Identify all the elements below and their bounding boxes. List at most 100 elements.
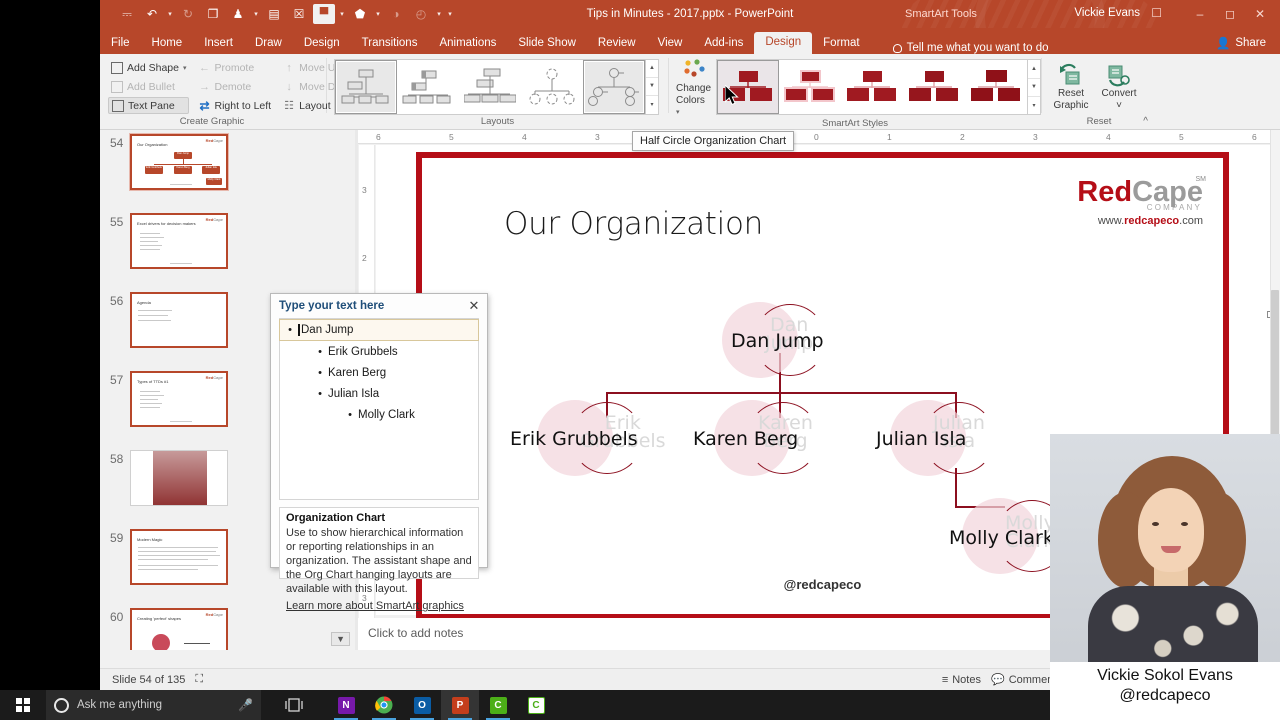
convert-button[interactable]: Convert ˅ [1097,62,1141,111]
more-styles-icon[interactable]: ▾ [1028,97,1040,114]
layouts-gallery-scrollbar[interactable]: ▲ ▼ ▾ [645,59,658,114]
slide-thumbnail-57[interactable]: RedCape Types of TTDs #1 [130,371,228,427]
tab-home[interactable]: Home [141,33,194,54]
layout-name-and-title-org-chart[interactable] [397,60,459,114]
presenter-dropdown-caret[interactable]: ▾ [252,10,260,18]
slide-thumbnail-58[interactable] [130,450,228,506]
search-input[interactable]: Ask me anything [77,699,230,711]
tab-slide-show[interactable]: Slide Show [507,33,587,54]
close-icon[interactable]: ✕ [1246,7,1274,21]
layout-circle-picture-hierarchy[interactable] [521,60,583,114]
shapes-caret[interactable]: ▾ [374,10,382,18]
presenter-icon[interactable]: ♟ [227,4,249,24]
tab-transitions[interactable]: Transitions [351,33,429,54]
tab-insert[interactable]: Insert [193,33,244,54]
notes-button[interactable]: ≡ Notes [942,674,981,686]
undo-icon[interactable]: ↶ [141,4,163,24]
selected-tool-caret[interactable]: ▾ [338,10,346,18]
smartart-styles-gallery[interactable]: ▲ ▼ ▾ [716,59,1042,116]
save-icon[interactable]: ⎓ [116,4,138,24]
tell-me-box[interactable]: Tell me what you want to do [892,42,1049,54]
slide-thumbnail-60[interactable]: RedCape Creating 'perfect' shapes [130,608,228,650]
smartart-style-white-outline[interactable] [779,60,841,114]
redo-icon[interactable]: ↻ [177,4,199,24]
smartart-style-subtle-effect[interactable] [841,60,903,114]
scrollbar-thumb[interactable] [1271,290,1279,450]
slide-thumbnail-54[interactable]: RedCape Our Organization Dan Jump Erik G… [129,133,229,191]
notes-placeholder[interactable]: Click to add notes [368,626,463,640]
text-pane-button[interactable]: Text Pane [108,97,190,114]
layouts-gallery[interactable]: ▲ ▼ ▾ [334,58,659,115]
minimize-icon[interactable]: – [1186,7,1214,21]
picture-icon[interactable]: ☒ [288,4,310,24]
timer-icon[interactable]: ◴ [410,4,432,24]
layout-organization-chart[interactable] [335,59,397,114]
org-label-karen-berg[interactable]: Karen Berg [693,428,798,450]
ribbon-display-options-icon[interactable]: ☐ [1151,6,1162,20]
layout-half-circle-organization-chart[interactable] [583,59,645,114]
layout-half-circle-org-chart-alt[interactable] [459,60,521,114]
text-pane-list[interactable]: • Dan Jump • Erik Grubbels • Karen Berg • Julia… [279,318,479,500]
slide-thumbnail-56[interactable]: Agenda [130,292,228,348]
cortana-search-box[interactable]: Ask me anything 🎤 [46,690,261,720]
restore-icon[interactable]: ◻ [1216,7,1244,21]
smartart-style-intense-effect[interactable] [965,60,1027,114]
right-to-left-button[interactable]: ⇄ Right to Left [195,97,274,114]
new-slide-icon[interactable]: ▤ [263,4,285,24]
smartart-text-pane[interactable]: Type your text here ✕ • Dan Jump • Erik Gru… [270,293,488,612]
task-view-icon[interactable] [275,690,313,720]
close-icon[interactable]: ✕ [467,298,481,314]
camtasia-taskbar-icon[interactable]: C [479,690,517,720]
scroll-up-icon[interactable]: ▲ [1028,60,1041,79]
smartart-style-moderate-effect[interactable] [903,60,965,114]
tab-animations[interactable]: Animations [428,33,507,54]
start-presentation-icon[interactable]: ❐ [202,4,224,24]
thumbnail-scroll-down-icon[interactable]: ▼ [331,632,350,646]
outlook-taskbar-icon[interactable]: O [403,690,441,720]
tab-design[interactable]: Design [293,33,351,54]
learn-more-link[interactable]: Learn more about SmartArt graphics [286,600,464,612]
text-pane-item-1[interactable]: • Erik Grubbels [280,341,478,362]
tab-view[interactable]: View [647,33,694,54]
org-label-erik-grubbels[interactable]: Erik Grubbels [510,428,638,450]
windows-start-icon[interactable] [0,690,46,720]
slide-thumbnail-row[interactable]: 55 RedCape Excel drivers for decision ma… [100,209,358,288]
tab-file[interactable]: File [100,33,141,54]
share-button[interactable]: 👤 Share [1216,36,1266,50]
scroll-up-icon[interactable]: ▲ [646,60,658,78]
selected-tool-icon[interactable]: ▀ [313,4,335,24]
change-colors-button[interactable]: Change Colors ▾ [676,57,711,118]
chrome-taskbar-icon[interactable] [365,690,403,720]
text-pane-item-0[interactable]: • Dan Jump [279,319,479,341]
org-label-molly-clark[interactable]: Molly Clark [949,527,1054,549]
scroll-down-icon[interactable]: ▼ [646,78,658,97]
org-label-julian-isla[interactable]: Julian Isla [876,428,966,450]
eyedropper-icon[interactable]: ◑ [385,4,407,24]
text-pane-item-4[interactable]: • Molly Clark [280,404,478,425]
microphone-icon[interactable]: 🎤 [238,698,253,712]
tab-format[interactable]: Format [812,33,870,54]
camtasia-recorder-taskbar-icon[interactable]: C [517,690,555,720]
org-label-dan-jump[interactable]: Dan Jump [731,330,824,352]
tab-add-ins[interactable]: Add-ins [693,33,754,54]
reset-graphic-button[interactable]: Reset Graphic [1049,62,1093,111]
undo-dropdown-caret[interactable]: ▾ [166,10,174,18]
scroll-down-icon[interactable]: ▼ [1028,79,1041,97]
smartart-styles-scrollbar[interactable]: ▲ ▼ ▾ [1027,60,1041,115]
tab-design-smartart[interactable]: Design [754,32,813,54]
onenote-taskbar-icon[interactable]: N [327,690,365,720]
text-pane-item-3[interactable]: • Julian Isla [280,383,478,404]
shapes-icon[interactable]: ⬟ [349,4,371,24]
tab-draw[interactable]: Draw [244,33,293,54]
timer-caret[interactable]: ▾ [435,10,443,18]
slide-thumbnail-row[interactable]: 54 RedCape Our Organization Dan Jump Eri… [100,130,358,209]
customize-qat-caret[interactable]: ▾ [446,10,454,18]
slide-thumbnail-59[interactable]: Modern Magic [130,529,228,585]
slide-thumbnail-55[interactable]: RedCape Excel drivers for decision maker… [130,213,228,269]
collapse-ribbon-icon[interactable]: ^ [1143,116,1148,127]
accessibility-icon[interactable]: ⛶ [195,673,203,686]
powerpoint-taskbar-icon[interactable]: P [441,690,479,720]
more-layouts-icon[interactable]: ▾ [646,96,658,113]
add-shape-button[interactable]: Add Shape ▾ [108,59,189,76]
text-pane-item-2[interactable]: • Karen Berg [280,362,478,383]
